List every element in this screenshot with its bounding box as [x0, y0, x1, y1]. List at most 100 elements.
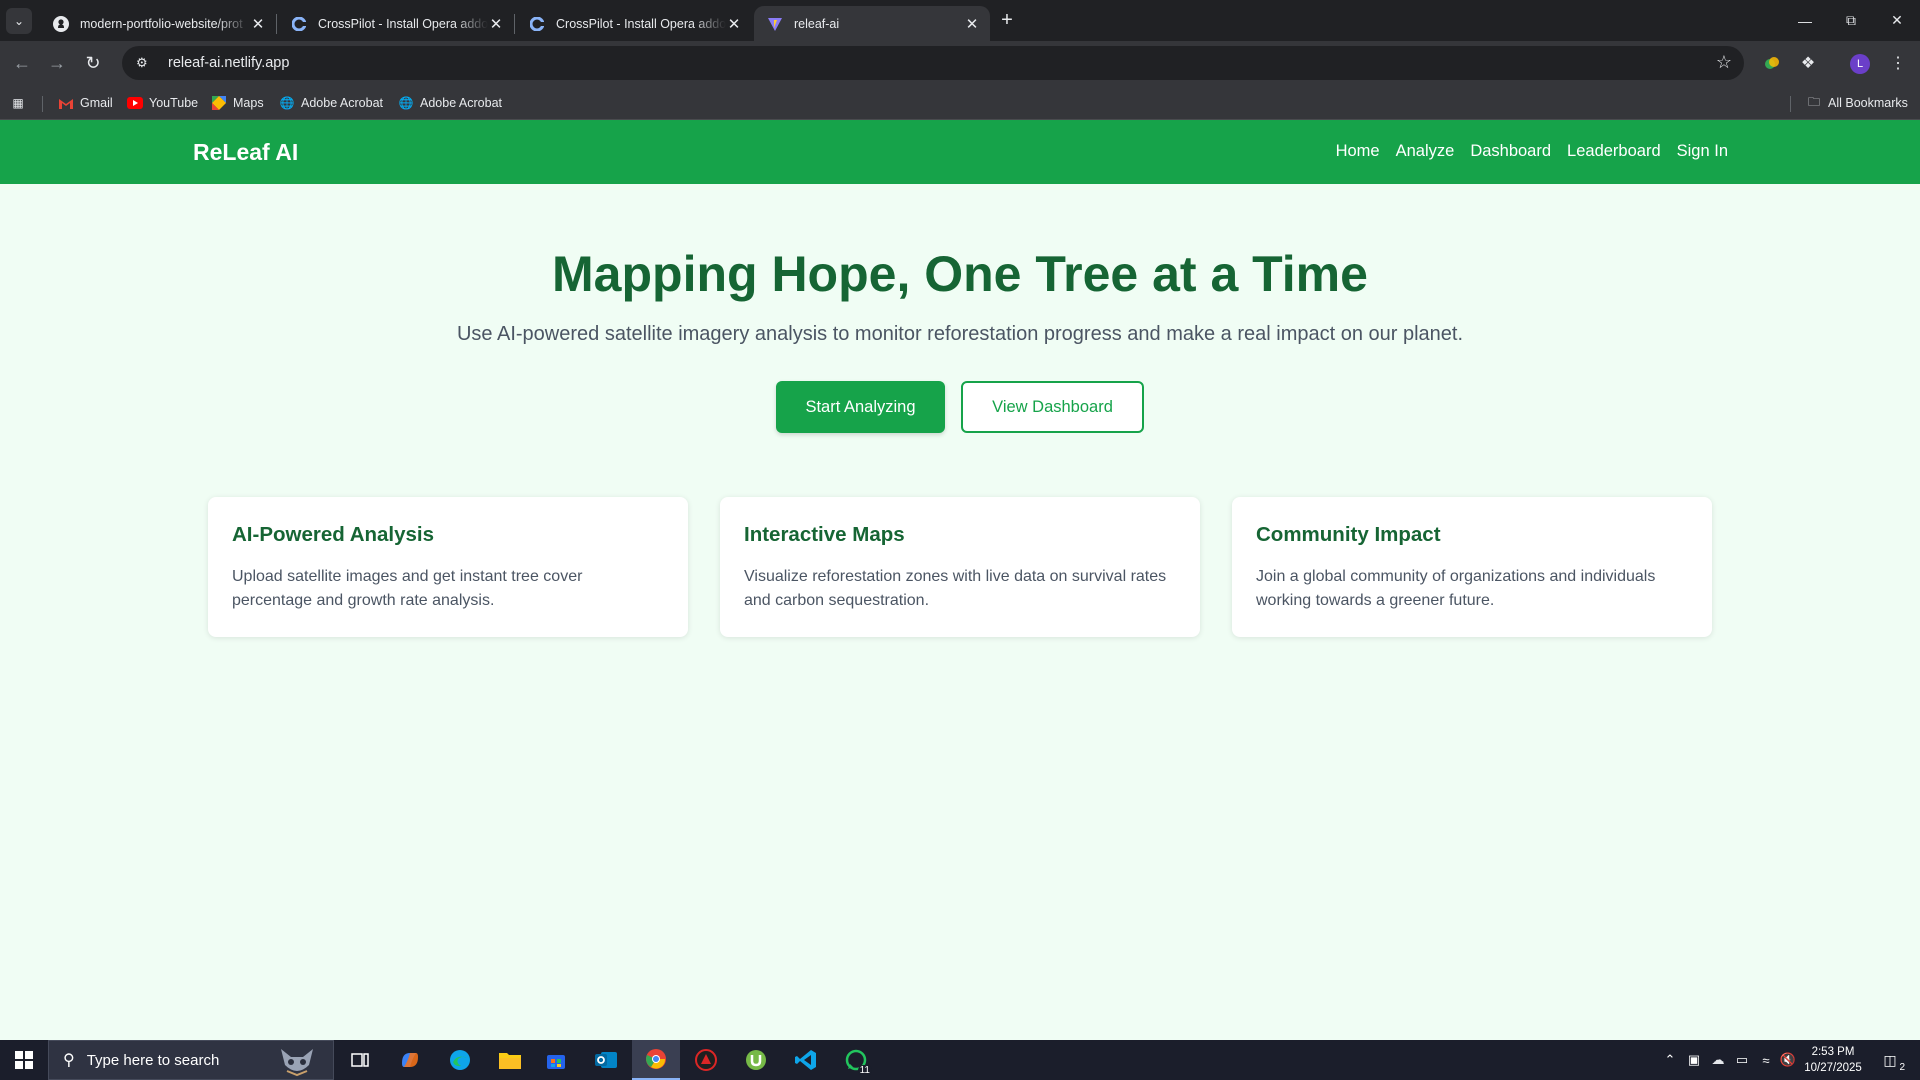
tray-volume[interactable]: 🔇 [1778, 1040, 1798, 1080]
taskbar-app-red[interactable] [682, 1040, 730, 1080]
restore-icon: ⧉ [1846, 12, 1856, 28]
notification-icon: ◫ [1883, 1051, 1897, 1068]
tray-battery[interactable]: ▭ [1732, 1040, 1752, 1080]
crosspilot-icon [528, 15, 546, 33]
start-analyzing-button[interactable]: Start Analyzing [776, 381, 945, 433]
bookmark-gmail[interactable]: Gmail [58, 94, 113, 112]
feature-card-ai-analysis: AI-Powered Analysis Upload satellite ima… [208, 497, 688, 637]
store-icon [547, 1055, 565, 1069]
arrow-right-icon: → [48, 52, 66, 73]
tab-crosspilot-2[interactable]: CrossPilot - Install Opera addon ✕ [516, 6, 752, 41]
bookmark-label: Gmail [80, 96, 113, 110]
feature-title: Interactive Maps [744, 523, 905, 546]
taskbar-whatsapp[interactable]: 11 [832, 1040, 880, 1080]
search-icon: ⚲ [63, 1052, 75, 1069]
bookmark-label: YouTube [149, 96, 199, 110]
volume-muted-icon: 🔇 [1779, 1052, 1797, 1067]
crosspilot-icon [290, 15, 308, 33]
chevron-up-icon: ⌃ [1664, 1052, 1676, 1067]
close-icon[interactable]: ✕ [964, 15, 980, 33]
wifi-icon: ≈ [1762, 1052, 1770, 1068]
bookmark-star-icon[interactable]: ☆ [1716, 52, 1732, 73]
tray-overflow-button[interactable]: ⌃ [1660, 1040, 1680, 1080]
taskbar-utorrent[interactable] [732, 1040, 780, 1080]
windows-icon [15, 1051, 33, 1069]
taskbar-vscode[interactable] [782, 1040, 830, 1080]
nav-link-home[interactable]: Home [1336, 142, 1380, 161]
nav-links: Home Analyze Dashboard Leaderboard Sign … [1336, 142, 1728, 161]
taskbar-outlook[interactable] [582, 1040, 630, 1080]
feature-text: Upload satellite images and get instant … [232, 568, 583, 609]
arrow-left-icon: ← [13, 52, 31, 73]
address-bar[interactable]: ⚙ releaf-ai.netlify.app ☆ [122, 46, 1744, 80]
cloud-icon: ☁ [1711, 1052, 1725, 1067]
bookmark-youtube[interactable]: YouTube [127, 94, 198, 112]
taskbar-edge[interactable] [436, 1040, 484, 1080]
taskbar-chrome[interactable] [632, 1040, 680, 1080]
taskbar-store[interactable] [532, 1040, 580, 1080]
tray-wifi[interactable]: ≈ [1756, 1040, 1776, 1080]
bookmark-label: Maps [233, 96, 264, 110]
task-view-icon [351, 1053, 369, 1067]
nav-link-dashboard[interactable]: Dashboard [1470, 142, 1551, 161]
nav-link-sign-in[interactable]: Sign In [1677, 142, 1728, 161]
reload-icon: ↻ [85, 52, 101, 73]
taskbar-search[interactable]: ⚲ Type here to search [48, 1040, 334, 1080]
apps-button[interactable]: ▦ [10, 94, 32, 112]
vite-icon [766, 15, 784, 33]
vscode-icon [795, 1050, 816, 1070]
globe-icon: 🌐 [279, 96, 295, 110]
all-bookmarks-label: All Bookmarks [1828, 96, 1908, 110]
tab-portfolio[interactable]: modern-portfolio-website/prot ✕ [40, 6, 276, 41]
nav-link-analyze[interactable]: Analyze [1396, 142, 1455, 161]
minimize-button[interactable]: — [1782, 0, 1828, 41]
close-icon[interactable]: ✕ [250, 15, 266, 33]
menu-kebab-icon[interactable]: ⋮ [1886, 51, 1910, 75]
tray-meet-now[interactable]: ▣ [1684, 1040, 1704, 1080]
tab-releaf-ai[interactable]: releaf-ai ✕ [754, 6, 990, 41]
feature-card-interactive-maps: Interactive Maps Visualize reforestation… [720, 497, 1200, 637]
back-button[interactable]: ← [8, 49, 36, 77]
camera-icon: ▣ [1687, 1052, 1701, 1067]
all-bookmarks-button[interactable]: 🗀 All Bookmarks [1806, 94, 1908, 112]
globe-icon: 🌐 [398, 96, 414, 110]
app-red-icon [695, 1049, 717, 1071]
extension-icon[interactable] [1760, 51, 1784, 75]
site-navbar: ReLeaf AI Home Analyze Dashboard Leaderb… [0, 120, 1920, 184]
notification-center-button[interactable]: ◫ 2 [1878, 1048, 1905, 1074]
site-info-icon[interactable]: ⚙ [136, 55, 156, 71]
bookmark-adobe-acrobat-1[interactable]: 🌐 Adobe Acrobat [279, 94, 384, 112]
taskbar-copilot[interactable] [386, 1040, 434, 1080]
bookmark-label: Adobe Acrobat [420, 96, 503, 110]
restore-button[interactable]: ⧉ [1828, 0, 1874, 41]
bookmark-maps[interactable]: Maps [211, 94, 264, 112]
chevron-down-icon: ⌄ [13, 14, 25, 28]
extensions-puzzle-icon[interactable]: ❖ [1796, 51, 1820, 75]
forward-button[interactable]: → [43, 49, 71, 77]
new-tab-button[interactable]: + [994, 8, 1020, 34]
url-text[interactable]: releaf-ai.netlify.app [168, 55, 289, 71]
bookmark-adobe-acrobat-2[interactable]: 🌐 Adobe Acrobat [398, 94, 503, 112]
tab-title: modern-portfolio-website/prot [80, 16, 243, 31]
github-icon [52, 15, 70, 33]
close-icon[interactable]: ✕ [488, 15, 504, 33]
browser-toolbar: ← → ↻ ⚙ releaf-ai.netlify.app ☆ ❖ L ⋮ [0, 41, 1920, 85]
tray-onedrive[interactable]: ☁ [1708, 1040, 1728, 1080]
close-window-button[interactable]: ✕ [1874, 0, 1920, 41]
chrome-icon [646, 1049, 666, 1069]
feature-text: Visualize reforestation zones with live … [744, 568, 1167, 609]
utorrent-icon [746, 1050, 766, 1070]
taskbar-clock[interactable]: 2:53 PM 10/27/2025 [1798, 1044, 1868, 1076]
task-view-button[interactable] [336, 1040, 384, 1080]
view-dashboard-button[interactable]: View Dashboard [961, 381, 1144, 433]
site-logo[interactable]: ReLeaf AI [193, 139, 298, 166]
whatsapp-badge: 11 [857, 1065, 872, 1076]
tab-crosspilot-1[interactable]: CrossPilot - Install Opera addon ✕ [278, 6, 514, 41]
reload-button[interactable]: ↻ [79, 49, 107, 77]
taskbar-file-explorer[interactable] [486, 1040, 534, 1080]
close-icon[interactable]: ✕ [726, 15, 742, 33]
tab-search-button[interactable]: ⌄ [6, 8, 32, 34]
start-button[interactable] [0, 1040, 48, 1080]
nav-link-leaderboard[interactable]: Leaderboard [1567, 142, 1661, 161]
profile-avatar[interactable]: L [1850, 54, 1870, 74]
